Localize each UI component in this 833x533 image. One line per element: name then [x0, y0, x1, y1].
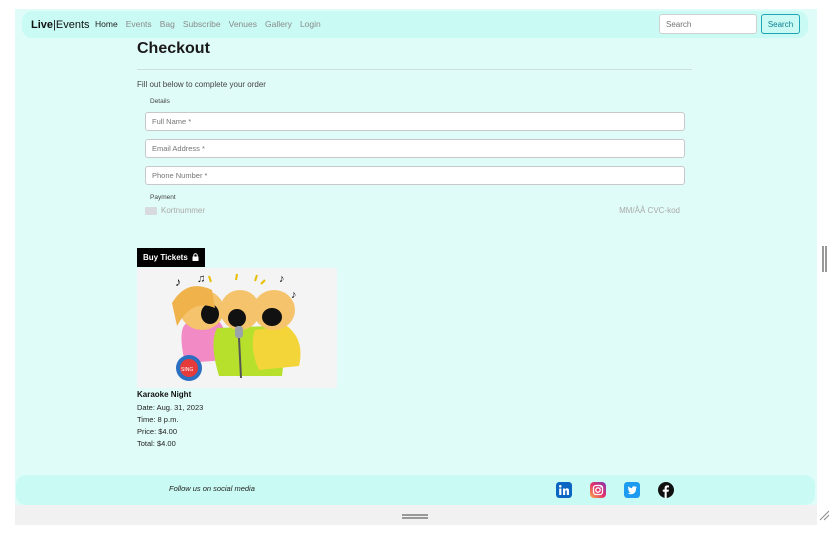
follow-text: Follow us on social media — [169, 484, 255, 493]
footer: Follow us on social media — [16, 475, 815, 505]
nav-link-subscribe[interactable]: Subscribe — [183, 19, 221, 29]
nav-link-events[interactable]: Events — [126, 19, 152, 29]
event-date: Date: Aug. 31, 2023 — [137, 403, 204, 412]
resize-handle-horizontal[interactable] — [402, 514, 428, 519]
page-title: Checkout — [137, 40, 210, 57]
event-title: Karaoke Night — [137, 390, 192, 399]
event-total: Total: $4.00 — [137, 439, 176, 448]
nav-links: Home Events Bag Subscribe Venues Gallery… — [95, 19, 321, 29]
instagram-icon[interactable] — [590, 482, 606, 498]
nav-link-bag[interactable]: Bag — [160, 19, 175, 29]
event-time: Time: 8 p.m. — [137, 415, 179, 424]
email-field[interactable] — [145, 139, 685, 158]
nav-link-venues[interactable]: Venues — [229, 19, 257, 29]
svg-text:♫: ♫ — [197, 273, 205, 285]
twitter-icon[interactable] — [624, 482, 640, 498]
svg-text:♪: ♪ — [175, 275, 181, 289]
brand-logo[interactable]: Live|Events — [31, 19, 90, 31]
resize-corner-icon[interactable] — [818, 509, 830, 521]
resize-handle-vertical[interactable] — [822, 246, 827, 272]
payment-label: Payment — [150, 194, 176, 201]
karaoke-illustration: ♪ ♫ ♪ ♪ SING — [172, 273, 301, 381]
brand-bold: Live — [31, 19, 54, 31]
card-input[interactable]: Kortnummer MM/ÅÅ CVC-kod — [145, 205, 685, 219]
phone-field[interactable] — [145, 166, 685, 185]
buy-tickets-label: Buy Tickets — [143, 253, 188, 262]
brand-rest: Events — [55, 19, 90, 31]
divider — [137, 69, 692, 70]
card-expiry-cvc-placeholder[interactable]: MM/ÅÅ CVC-kod — [619, 206, 680, 215]
nav-link-home[interactable]: Home — [95, 19, 118, 29]
full-name-field[interactable] — [145, 112, 685, 131]
search-input[interactable] — [659, 14, 757, 34]
search-button[interactable]: Search — [761, 14, 800, 34]
card-number-placeholder[interactable]: Kortnummer — [161, 206, 205, 215]
buy-tickets-button[interactable]: Buy Tickets — [137, 248, 205, 267]
svg-text:♪: ♪ — [279, 273, 285, 285]
navbar: Live|Events Home Events Bag Subscribe Ve… — [22, 11, 808, 38]
page-body — [15, 9, 817, 513]
details-label: Details — [150, 98, 170, 105]
lock-icon — [192, 253, 199, 261]
nav-link-login[interactable]: Login — [300, 19, 321, 29]
credit-card-icon — [145, 207, 157, 215]
checkout-intro: Fill out below to complete your order — [137, 80, 266, 89]
facebook-icon[interactable] — [658, 482, 674, 498]
svg-text:SING: SING — [181, 367, 193, 373]
svg-text:♪: ♪ — [291, 289, 297, 301]
event-price: Price: $4.00 — [137, 427, 178, 436]
linkedin-icon[interactable] — [556, 482, 572, 498]
event-image: ♪ ♫ ♪ ♪ SING — [137, 268, 337, 388]
nav-link-gallery[interactable]: Gallery — [265, 19, 292, 29]
